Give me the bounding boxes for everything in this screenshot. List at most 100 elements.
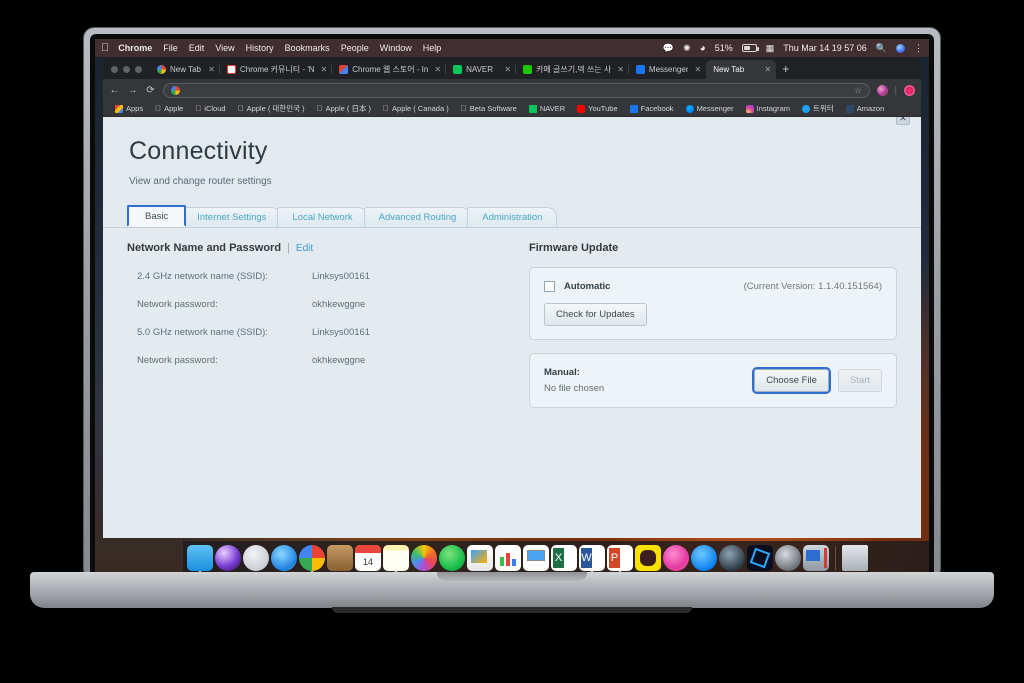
browser-tab-active[interactable]: New Tab ✕ bbox=[706, 60, 777, 79]
menu-item-help[interactable]: Help bbox=[423, 43, 442, 53]
menu-item-history[interactable]: History bbox=[246, 43, 274, 53]
forward-button[interactable]: → bbox=[127, 85, 138, 96]
browser-tab[interactable]: New Tab ✕ bbox=[150, 60, 220, 79]
check-for-updates-button[interactable]: Check for Updates bbox=[544, 303, 647, 326]
tab-close-icon[interactable]: ✕ bbox=[434, 65, 441, 74]
edit-link[interactable]: Edit bbox=[296, 243, 313, 254]
apple-menu-icon[interactable]:  bbox=[101, 42, 109, 54]
bookmark-amazon[interactable]: Amazon bbox=[840, 104, 891, 113]
dock-item-contacts[interactable] bbox=[327, 544, 353, 571]
bookmark-facebook[interactable]: Facebook bbox=[624, 104, 680, 113]
trash-icon[interactable] bbox=[842, 544, 868, 571]
bookmark-apple[interactable]:  Apple bbox=[149, 104, 189, 113]
menu-item-people[interactable]: People bbox=[341, 43, 369, 53]
bookmark-instagram[interactable]: Instagram bbox=[740, 104, 796, 113]
dock-item-keynote-presenter[interactable] bbox=[523, 544, 549, 571]
bookmark-apple-ca[interactable]:  Apple ( Canada ) bbox=[377, 104, 455, 113]
dock-item-messages[interactable] bbox=[439, 544, 465, 571]
manual-actions: Choose File Start bbox=[754, 369, 882, 392]
bookmark-apple-jp[interactable]:  Apple ( 日本 ) bbox=[311, 103, 377, 114]
automatic-checkbox[interactable] bbox=[544, 281, 555, 292]
bookmark-icloud[interactable]:  iCloud bbox=[189, 104, 231, 113]
choose-file-button[interactable]: Choose File bbox=[754, 369, 829, 392]
macos-menubar[interactable]:  Chrome File Edit View History Bookmark… bbox=[95, 39, 929, 57]
menu-item-window[interactable]: Window bbox=[380, 43, 412, 53]
menu-item-chrome[interactable]: Chrome bbox=[118, 43, 152, 53]
browser-tab[interactable]: NAVER ✕ bbox=[445, 60, 516, 79]
dock-item-safari[interactable] bbox=[271, 544, 297, 571]
bookmark-apple-kr[interactable]:  Apple ( 대한민국 ) bbox=[232, 103, 311, 114]
gmail-favicon-icon bbox=[227, 65, 236, 74]
dock-item-app-store[interactable] bbox=[691, 544, 717, 571]
bookmark-beta-software[interactable]:  Beta Software bbox=[455, 104, 523, 113]
spotlight-search-icon[interactable]: 🔍 bbox=[876, 43, 887, 54]
bookmark-apps[interactable]: Apps bbox=[109, 104, 149, 113]
dock-item-launchpad[interactable] bbox=[243, 544, 269, 571]
browser-tab[interactable]: Chrome 웹 스토어 - In ✕ bbox=[331, 60, 446, 79]
dock-item-chrome[interactable] bbox=[299, 544, 325, 571]
tab-basic[interactable]: Basic bbox=[127, 205, 187, 227]
dock-item-system-preferences[interactable] bbox=[775, 544, 801, 571]
dock-item-blue-app[interactable] bbox=[747, 544, 773, 571]
tab-close-icon[interactable]: ✕ bbox=[504, 65, 511, 74]
siri-icon[interactable] bbox=[896, 43, 905, 53]
dock-item-numbers[interactable] bbox=[495, 544, 521, 571]
browser-tab[interactable]: Chrome 커뮤니티 - 'N ✕ bbox=[219, 60, 332, 79]
dock-item-kakaotalk[interactable] bbox=[635, 544, 661, 571]
bookmark-youtube[interactable]: YouTube bbox=[571, 104, 623, 113]
profile-avatar[interactable] bbox=[876, 84, 888, 96]
close-window-button[interactable] bbox=[111, 66, 118, 73]
window-traffic-lights[interactable] bbox=[109, 66, 150, 79]
bluetooth-icon[interactable]: ✺ bbox=[683, 43, 691, 54]
speech-bubble-icon[interactable]: 💬 bbox=[663, 43, 674, 54]
battery-icon[interactable] bbox=[741, 44, 759, 52]
dock-item-remote-desktop[interactable] bbox=[803, 544, 829, 571]
browser-tab[interactable]: Messenger ✕ bbox=[627, 60, 706, 79]
bookmark-naver[interactable]: NAVER bbox=[523, 104, 571, 113]
zoom-window-button[interactable] bbox=[135, 66, 142, 73]
menu-item-view[interactable]: View bbox=[215, 43, 234, 53]
macos-dock[interactable]: 14 X W P bbox=[183, 541, 929, 574]
dock-item-powerpoint[interactable]: P bbox=[607, 544, 633, 571]
tab-administration[interactable]: Administration bbox=[467, 207, 558, 227]
bookmark-messenger[interactable]: Messenger bbox=[680, 104, 740, 113]
tab-close-icon[interactable]: ✕ bbox=[321, 65, 328, 74]
dock-item-notes[interactable] bbox=[383, 544, 409, 571]
dock-item-keynote[interactable] bbox=[467, 544, 493, 571]
tab-internet-settings[interactable]: Internet Settings bbox=[182, 207, 282, 227]
start-button[interactable]: Start bbox=[837, 369, 882, 392]
bookmark-twitter[interactable]: 트위터 bbox=[796, 103, 840, 114]
tab-close-icon[interactable]: ✕ bbox=[694, 65, 701, 74]
menubar-clock[interactable]: Thu Mar 14 19 57 06 bbox=[783, 43, 867, 53]
tab-close-icon[interactable]: ✕ bbox=[764, 65, 771, 74]
menu-item-bookmarks[interactable]: Bookmarks bbox=[285, 43, 330, 53]
address-bar[interactable]: ☆ bbox=[163, 82, 870, 98]
tab-close-icon[interactable]: ✕ bbox=[208, 65, 215, 74]
close-page-button[interactable]: ✕ bbox=[896, 117, 910, 125]
extension-icon[interactable] bbox=[904, 84, 915, 96]
menu-item-edit[interactable]: Edit bbox=[189, 43, 205, 53]
dock-item-siri[interactable] bbox=[215, 544, 241, 571]
reload-button[interactable]: ⟳ bbox=[145, 85, 156, 96]
wifi-icon[interactable]: ◕ bbox=[700, 43, 706, 54]
bookmark-star-icon[interactable]: ☆ bbox=[854, 86, 861, 95]
webstore-favicon-icon bbox=[339, 65, 349, 74]
tab-advanced-routing[interactable]: Advanced Routing bbox=[363, 207, 472, 227]
dock-item-calendar[interactable]: 14 bbox=[355, 544, 381, 571]
back-button[interactable]: ← bbox=[109, 85, 120, 96]
automatic-update-card: Automatic (Current Version: 1.1.40.15156… bbox=[529, 267, 897, 340]
tab-local-network[interactable]: Local Network bbox=[277, 207, 368, 227]
new-tab-button[interactable]: + bbox=[782, 62, 789, 76]
dock-item-excel[interactable]: X bbox=[551, 544, 577, 571]
menu-item-file[interactable]: File bbox=[163, 43, 178, 53]
dock-item-finder[interactable] bbox=[187, 544, 213, 571]
tab-close-icon[interactable]: ✕ bbox=[617, 65, 624, 74]
dock-item-word[interactable]: W bbox=[579, 544, 605, 571]
minimize-window-button[interactable] bbox=[123, 66, 130, 73]
dock-item-photos[interactable] bbox=[411, 544, 437, 571]
input-source-icon[interactable]: ▦ bbox=[766, 43, 775, 54]
dock-item-steam[interactable] bbox=[719, 544, 745, 571]
dock-item-itunes[interactable] bbox=[663, 544, 689, 571]
control-center-icon[interactable]: ⋮ bbox=[914, 43, 923, 54]
browser-tab[interactable]: 카페 글쓰기,덱 쓰는 사 ✕ bbox=[515, 60, 629, 79]
